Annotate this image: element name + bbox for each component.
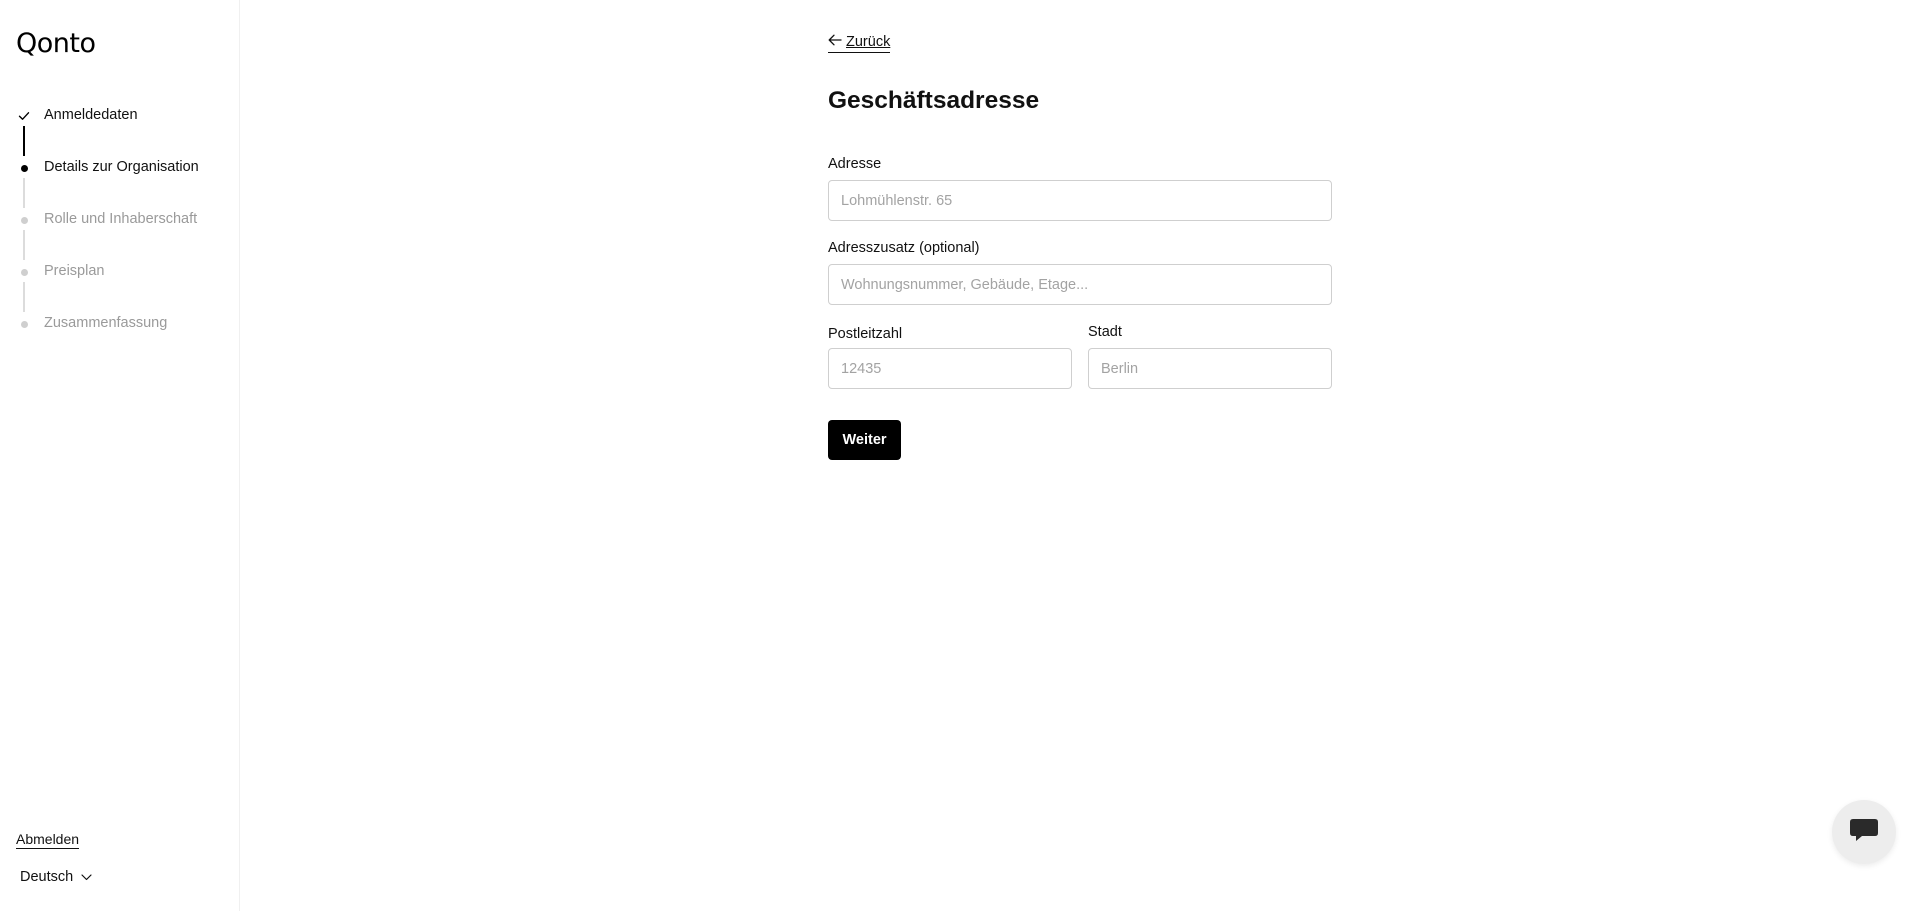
back-label: Zurück [846,34,891,50]
address-extra-label: Adresszusatz (optional) [828,240,980,256]
step-dot [20,216,28,224]
city-input[interactable] [1088,348,1332,389]
page-title: Geschäftsadresse [828,87,1040,114]
address-extra-input[interactable] [828,264,1332,305]
continue-button[interactable]: Weiter [828,420,901,460]
language-selector[interactable]: Deutsch [20,869,92,885]
step-label: Rolle und Inhaberschaft [44,211,198,227]
back-link[interactable]: Zurück [828,34,891,53]
step-rolle-inhaberschaft: Rolle und Inhaberschaft [16,208,236,260]
logout-link[interactable]: Abmelden [16,831,80,849]
address-label: Adresse [828,156,882,172]
step-dot-active [20,164,28,172]
step-connector [23,282,25,312]
arrow-left-icon [828,34,842,50]
app-root: Qonto Anmeldedaten Details zur Organisat… [0,0,1920,911]
chevron-down-icon [81,869,92,885]
step-connector [23,178,25,208]
step-label: Zusammenfassung [44,315,168,331]
step-label: Details zur Organisation [44,159,199,175]
postal-code-input[interactable] [828,348,1072,389]
chat-bubble-icon [1848,816,1880,849]
step-dot [20,268,28,276]
step-preisplan: Preisplan [16,260,236,312]
city-label: Stadt [1088,324,1122,340]
language-label: Deutsch [20,869,74,885]
step-anmeldedaten[interactable]: Anmeldedaten [16,104,236,156]
step-connector [23,126,25,156]
step-zusammenfassung: Zusammenfassung [16,312,236,364]
postal-code-label: Postleitzahl [828,326,903,342]
step-details-organisation: Details zur Organisation [16,156,236,208]
step-dot [20,320,28,328]
step-label: Anmeldedaten [44,107,138,123]
onboarding-steps: Anmeldedaten Details zur Organisation Ro… [16,104,236,364]
address-input[interactable] [828,180,1332,221]
step-connector [23,230,25,260]
qonto-logo[interactable]: Qonto [16,28,96,59]
step-label: Preisplan [44,263,105,279]
check-icon [16,108,32,124]
sidebar: Qonto Anmeldedaten Details zur Organisat… [0,0,240,911]
chat-button[interactable] [1832,800,1896,864]
